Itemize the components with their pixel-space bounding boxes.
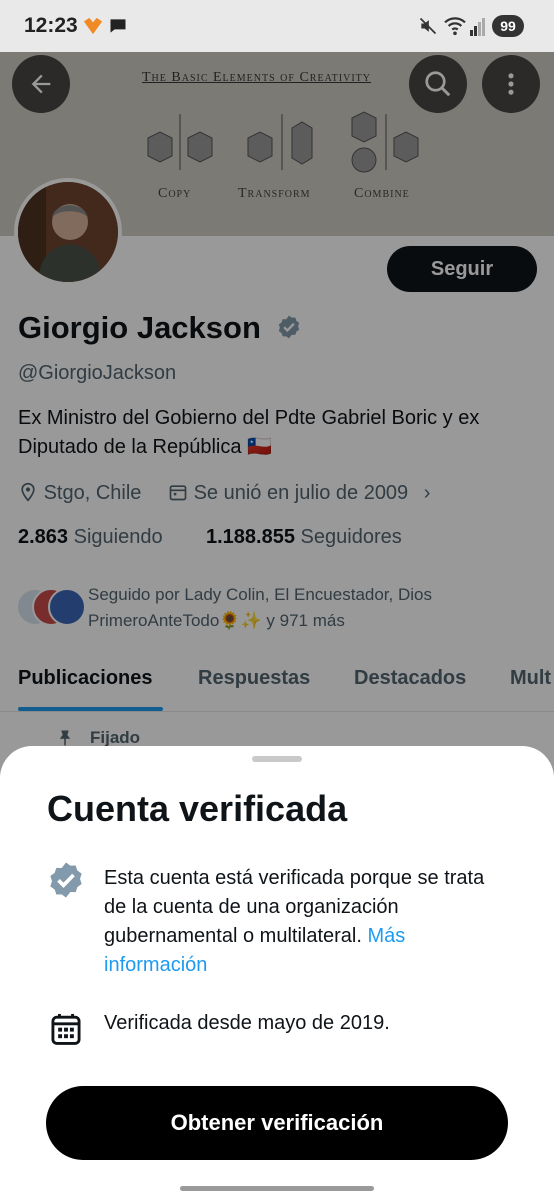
chat-bubble-icon bbox=[110, 19, 126, 33]
verified-since-text: Verificada desde mayo de 2019. bbox=[104, 1012, 390, 1034]
verification-description: Esta cuenta está verificada porque se tr… bbox=[104, 864, 504, 980]
mute-icon bbox=[419, 17, 437, 35]
home-indicator[interactable] bbox=[180, 1186, 374, 1191]
verified-account-sheet: Cuenta verificada Esta cuenta está verif… bbox=[0, 746, 554, 1200]
get-verified-button[interactable]: Obtener verificación bbox=[46, 1086, 508, 1160]
status-time: 12:23 bbox=[24, 14, 78, 37]
battery-indicator: 99 bbox=[492, 15, 524, 37]
signal-icon bbox=[470, 18, 485, 36]
status-bar: 12:23 99 bbox=[0, 0, 554, 52]
verification-description-text: Esta cuenta está verificada porque se tr… bbox=[104, 867, 485, 947]
sheet-title: Cuenta verificada bbox=[47, 788, 348, 829]
wifi-icon bbox=[444, 17, 466, 36]
sheet-drag-handle[interactable] bbox=[252, 756, 302, 762]
verified-badge-icon bbox=[50, 862, 82, 898]
calendar-icon bbox=[51, 1013, 81, 1045]
notification-app-icon bbox=[83, 17, 103, 35]
